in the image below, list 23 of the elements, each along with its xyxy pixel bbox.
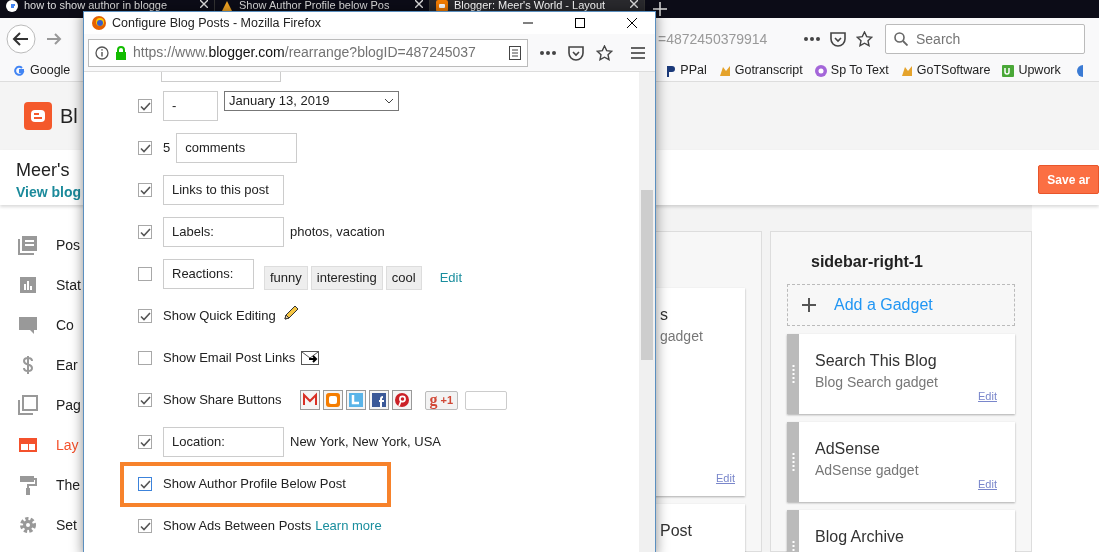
url-text: https://www.blogger.com/rearrange?blogID=487245037 xyxy=(133,43,477,62)
gadget-title: s xyxy=(660,305,669,325)
brand-name: Bl xyxy=(60,104,78,129)
gadget-title: Blog Archive xyxy=(815,527,905,547)
reaction-tag: funny xyxy=(264,266,308,290)
gadget-title: Search This Blog xyxy=(815,351,938,371)
blog-title: Meer's xyxy=(16,159,71,182)
reaction-tag: interesting xyxy=(310,266,383,290)
field-value: photos, vacation xyxy=(290,223,385,242)
section-title: sidebar-right-1 xyxy=(810,252,924,272)
option-label: Show Share Buttons xyxy=(163,391,282,410)
gadget-title: AdSense xyxy=(815,439,881,459)
option-label: Show Ads Between Posts xyxy=(163,517,312,536)
reaction-tag: cool xyxy=(385,266,422,290)
field-value: New York, New York, USA xyxy=(290,433,442,452)
option-label: Show Author Profile Below Post xyxy=(163,475,346,494)
option-label: Show Email Post Links xyxy=(163,349,296,368)
gadget-subtitle: AdSense gadget xyxy=(815,461,920,480)
gadget-subtitle: Blog Search gadget xyxy=(815,373,939,392)
comment-count: 5 xyxy=(163,139,171,158)
option-label: Show Quick Editing xyxy=(163,307,276,326)
gadget-subtitle: gadget xyxy=(660,327,704,346)
gadget-title: Post xyxy=(660,521,693,541)
